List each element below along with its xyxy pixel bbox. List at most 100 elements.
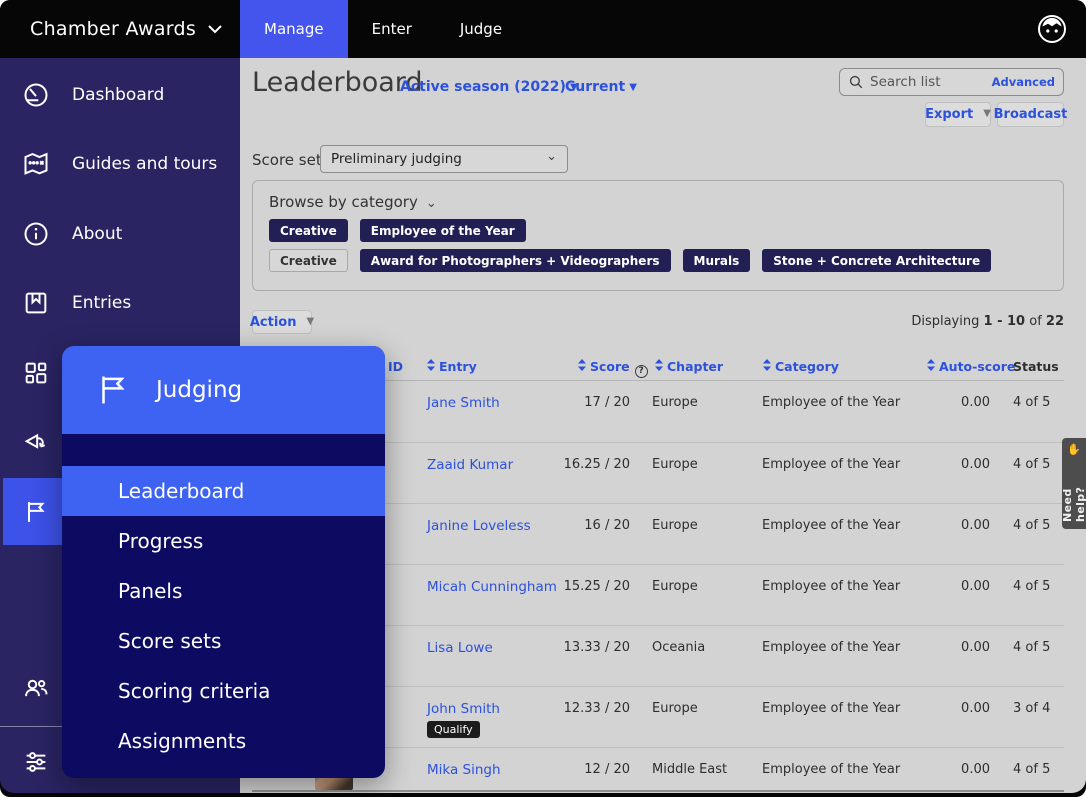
search-input[interactable] — [870, 74, 992, 90]
category-value: Employee of the Year — [762, 518, 900, 533]
category-value: Employee of the Year — [762, 579, 900, 594]
status-value: 4 of 5 — [1013, 579, 1050, 594]
auto-score-value: 0.00 — [907, 518, 990, 533]
user-avatar-icon[interactable] — [1036, 13, 1068, 45]
column-header-category[interactable]: Category — [763, 359, 839, 374]
category-chip[interactable]: Creative — [269, 249, 348, 272]
sidebar-item-dashboard[interactable]: Dashboard — [0, 73, 240, 117]
judging-flyout-menu: Judging Leaderboard Progress Panels Scor… — [62, 346, 385, 778]
flyout-item-scoring-criteria[interactable]: Scoring criteria — [62, 666, 385, 716]
chapter-value: Oceania — [652, 640, 705, 655]
browse-by-category-toggle[interactable]: Browse by category⌄ — [269, 193, 437, 211]
dashboard-icon — [22, 81, 50, 109]
category-chip[interactable]: Award for Photographers + Videographers — [360, 249, 671, 272]
chevron-down-icon: ▼ — [306, 316, 314, 327]
status-value: 4 of 5 — [1013, 395, 1050, 410]
entry-link[interactable]: Lisa Lowe — [427, 640, 493, 656]
column-header-score[interactable]: Score? — [578, 359, 648, 376]
qualify-badge[interactable]: Qualify — [427, 721, 480, 738]
tab-enter[interactable]: Enter — [348, 0, 436, 58]
view-selector[interactable]: Current▼ — [565, 79, 637, 95]
category-chip[interactable]: Murals — [683, 249, 751, 272]
entry-link[interactable]: John Smith — [427, 701, 500, 717]
flyout-body: Leaderboard Progress Panels Score sets S… — [62, 434, 385, 766]
broadcast-button[interactable]: Broadcast — [997, 102, 1064, 127]
chapter-value: Europe — [652, 518, 698, 533]
need-help-tab[interactable]: ✋ Need help? — [1062, 438, 1086, 529]
chapter-value: Europe — [652, 457, 698, 472]
column-header-auto-score[interactable]: Auto-score — [927, 359, 1015, 374]
advanced-search-link[interactable]: Advanced — [992, 75, 1055, 89]
category-value: Employee of the Year — [762, 640, 900, 655]
category-chip[interactable]: Stone + Concrete Architecture — [762, 249, 991, 272]
sidebar-item-label: Dashboard — [72, 85, 164, 105]
export-label: Export — [925, 107, 973, 122]
browse-by-category-panel: Browse by category⌄ Creative Employee of… — [252, 180, 1064, 291]
sort-icon — [578, 359, 586, 371]
action-button[interactable]: Action ▼ — [252, 310, 312, 334]
entry-link[interactable]: Jane Smith — [427, 395, 500, 411]
season-selector-label: Active season (2022) — [400, 79, 566, 95]
pagination-summary: Displaying 1 - 10 of 22 — [911, 314, 1064, 329]
score-set-select[interactable]: Preliminary judging ⌄ — [320, 145, 568, 173]
export-button[interactable]: Export ▼ — [925, 102, 991, 127]
flyout-item-score-sets[interactable]: Score sets — [62, 616, 385, 666]
flyout-item-progress[interactable]: Progress — [62, 516, 385, 566]
category-chip[interactable]: Creative — [269, 219, 348, 242]
flyout-item-assignments[interactable]: Assignments — [62, 716, 385, 766]
chevron-down-icon: ⌄ — [546, 149, 557, 164]
sidebar-item-label: Guides and tours — [72, 154, 217, 174]
auto-score-value: 0.00 — [907, 395, 990, 410]
map-icon — [22, 150, 50, 178]
flyout-item-panels[interactable]: Panels — [62, 566, 385, 616]
broadcast-label: Broadcast — [994, 107, 1068, 122]
category-chip-row: Creative Award for Photographers + Video… — [269, 249, 991, 272]
app-window: Chamber Awards Manage Enter Judge — [0, 0, 1086, 797]
settings-sliders-icon — [22, 748, 50, 776]
score-value: 15.25 / 20 — [532, 579, 630, 594]
column-header-id[interactable]: ID — [388, 359, 403, 374]
category-value: Employee of the Year — [762, 457, 900, 472]
status-value: 4 of 5 — [1013, 457, 1050, 472]
brand-label: Chamber Awards — [30, 18, 196, 40]
entry-link[interactable]: Janine Loveless — [427, 518, 531, 534]
judging-flag-icon — [94, 371, 132, 409]
tab-judge[interactable]: Judge — [436, 0, 526, 58]
entry-link[interactable]: Zaaid Kumar — [427, 457, 513, 473]
flyout-item-leaderboard[interactable]: Leaderboard — [62, 466, 385, 516]
column-header-chapter[interactable]: Chapter — [655, 359, 723, 374]
announce-icon — [22, 429, 50, 457]
season-selector[interactable]: Active season (2022)▼ — [400, 79, 578, 95]
sidebar-item-about[interactable]: About — [0, 212, 240, 256]
search-icon — [848, 74, 864, 90]
tab-manage-label: Manage — [264, 20, 324, 38]
score-value: 17 / 20 — [532, 395, 630, 410]
auto-score-value: 0.00 — [907, 640, 990, 655]
entry-link[interactable]: Mika Singh — [427, 762, 501, 778]
category-chip[interactable]: Employee of the Year — [360, 219, 526, 242]
column-header-entry[interactable]: Entry — [427, 359, 477, 374]
chapter-value: Middle East — [652, 762, 727, 777]
score-value: 12.33 / 20 — [532, 701, 630, 716]
action-label: Action — [250, 315, 297, 330]
status-value: 3 of 4 — [1013, 701, 1050, 716]
chevron-down-icon — [208, 25, 222, 34]
sort-icon — [763, 359, 771, 371]
sidebar-item-entries[interactable]: Entries — [0, 281, 240, 325]
flyout-title: Judging — [156, 377, 242, 403]
users-icon — [22, 674, 50, 702]
tab-manage[interactable]: Manage — [240, 0, 348, 58]
page-title: Leaderboard — [252, 67, 423, 98]
chevron-down-icon: ⌄ — [426, 196, 437, 211]
sidebar-item-guides[interactable]: Guides and tours — [0, 142, 240, 186]
brand-menu[interactable]: Chamber Awards — [0, 0, 240, 58]
tab-enter-label: Enter — [372, 20, 412, 38]
score-set-value: Preliminary judging — [331, 151, 462, 167]
status-value: 4 of 5 — [1013, 640, 1050, 655]
score-value: 16 / 20 — [532, 518, 630, 533]
info-icon — [22, 220, 50, 248]
chevron-down-icon: ▼ — [983, 108, 991, 119]
sidebar-item-label: Entries — [72, 293, 131, 313]
entries-icon — [22, 289, 50, 317]
score-info-icon[interactable]: ? — [635, 365, 648, 378]
